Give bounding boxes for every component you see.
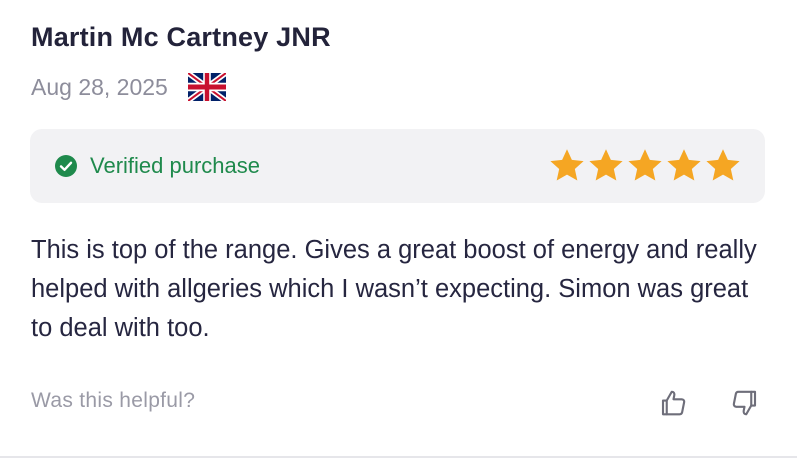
thumbs-up-button[interactable] xyxy=(656,386,690,420)
review-meta: Aug 28, 2025 xyxy=(31,73,226,101)
uk-flag-icon xyxy=(187,73,226,101)
verification-bar: Verified purchase xyxy=(30,129,765,203)
reviewer-name: Martin Mc Cartney JNR xyxy=(31,22,331,52)
review-body: This is top of the range. Gives a great … xyxy=(31,236,757,342)
thumbs-down-icon xyxy=(732,390,757,416)
thumbs-up-icon xyxy=(661,390,686,416)
star-icon xyxy=(628,149,662,181)
star-icon xyxy=(667,149,701,181)
check-circle-icon xyxy=(55,155,77,177)
star-icon xyxy=(550,149,584,181)
star-icon xyxy=(706,149,740,181)
verified-purchase-badge: Verified purchase xyxy=(54,153,260,179)
helpful-prompt: Was this helpful? xyxy=(31,389,196,412)
thumbs-down-button[interactable] xyxy=(728,386,762,420)
star-rating xyxy=(548,148,742,184)
review-date: Aug 28, 2025 xyxy=(31,73,168,100)
star-icon xyxy=(589,149,623,181)
review-card: Martin Mc Cartney JNR Aug 28, 2025 Verif… xyxy=(0,0,797,458)
verified-purchase-label: Verified purchase xyxy=(90,153,260,178)
